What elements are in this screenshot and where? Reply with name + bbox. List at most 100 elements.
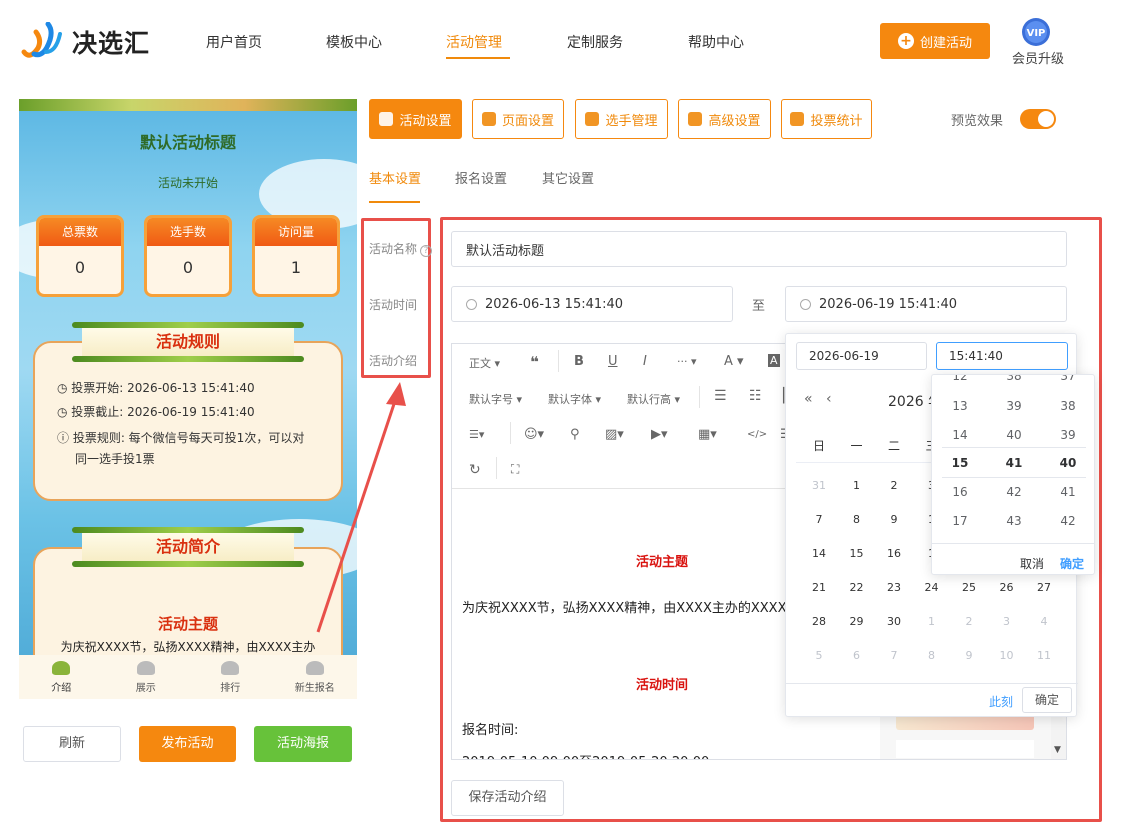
- calendar-day[interactable]: 2: [957, 615, 981, 628]
- code-icon[interactable]: </>: [747, 429, 767, 440]
- italic-icon[interactable]: I: [643, 354, 647, 369]
- nav-template-center[interactable]: 模板中心: [326, 32, 382, 52]
- image-icon[interactable]: ▨▾: [605, 427, 624, 442]
- tab-page-settings[interactable]: 页面设置: [472, 99, 564, 139]
- prev-month-icon[interactable]: ‹: [826, 391, 832, 407]
- poster-button[interactable]: 活动海报: [254, 726, 352, 762]
- underline-icon[interactable]: U: [608, 354, 618, 369]
- more-style-icon[interactable]: ··· ▾: [677, 355, 697, 368]
- time-minute-option[interactable]: 43: [994, 514, 1034, 528]
- table-icon[interactable]: ▦▾: [698, 427, 717, 442]
- calendar-day[interactable]: 7: [882, 649, 906, 662]
- line-height-select[interactable]: 默认行高 ▾: [627, 391, 680, 407]
- end-time-input[interactable]: 2026-06-19 15:41:40: [785, 286, 1067, 322]
- time-second-option[interactable]: 39: [1048, 428, 1088, 442]
- subtab-basic[interactable]: 基本设置: [369, 168, 421, 187]
- picker-now-button[interactable]: 此刻: [989, 693, 1013, 710]
- calendar-day[interactable]: 28: [807, 615, 831, 628]
- calendar-day[interactable]: 9: [882, 513, 906, 526]
- calendar-day[interactable]: 6: [845, 649, 869, 662]
- font-size-select[interactable]: 默认字号 ▾: [469, 391, 522, 407]
- subtab-other[interactable]: 其它设置: [542, 168, 594, 187]
- preview-toggle-switch[interactable]: [1020, 109, 1056, 129]
- paragraph-select[interactable]: 正文 ▾: [469, 355, 500, 371]
- calendar-day[interactable]: 3: [995, 615, 1019, 628]
- calendar-day[interactable]: 24: [920, 581, 944, 594]
- time-minute-option[interactable]: 39: [994, 399, 1034, 413]
- refresh-button[interactable]: 刷新: [23, 726, 121, 762]
- create-activity-button[interactable]: + 创建活动: [880, 23, 990, 59]
- picker-date-input[interactable]: 2026-06-19: [796, 342, 927, 370]
- tab-ranking[interactable]: 排行: [188, 655, 273, 699]
- time-second-option[interactable]: 37: [1048, 375, 1088, 383]
- time-second-option[interactable]: 42: [1048, 514, 1088, 528]
- help-icon[interactable]: ?: [420, 245, 433, 257]
- calendar-day[interactable]: 25: [957, 581, 981, 594]
- nav-custom-service[interactable]: 定制服务: [567, 32, 623, 52]
- time-hour-option[interactable]: 15: [940, 456, 980, 470]
- tab-signup[interactable]: 新生报名: [273, 655, 358, 699]
- tab-intro[interactable]: 介绍: [19, 655, 104, 699]
- time-minute-option[interactable]: 42: [994, 485, 1034, 499]
- tab-showcase[interactable]: 展示: [104, 655, 189, 699]
- tab-vote-statistics[interactable]: 投票统计: [781, 99, 872, 139]
- time-second-option[interactable]: 38: [1048, 399, 1088, 413]
- calendar-day[interactable]: 15: [845, 547, 869, 560]
- time-second-option[interactable]: 40: [1048, 456, 1088, 470]
- activity-name-input[interactable]: 默认活动标题: [451, 231, 1067, 267]
- calendar-day[interactable]: 30: [882, 615, 906, 628]
- calendar-day[interactable]: 27: [1032, 581, 1056, 594]
- calendar-day[interactable]: 26: [995, 581, 1019, 594]
- picker-time-input[interactable]: 15:41:40: [936, 342, 1068, 370]
- calendar-day[interactable]: 7: [807, 513, 831, 526]
- calendar-day[interactable]: 31: [807, 479, 831, 492]
- publish-button[interactable]: 发布活动: [139, 726, 236, 762]
- bold-icon[interactable]: B: [574, 354, 584, 369]
- vip-badge-icon[interactable]: VIP: [1021, 17, 1051, 47]
- time-minute-option[interactable]: 41: [994, 456, 1034, 470]
- tab-activity-settings[interactable]: 活动设置: [369, 99, 462, 139]
- time-second-option[interactable]: 41: [1048, 485, 1088, 499]
- calendar-day[interactable]: 4: [1032, 615, 1056, 628]
- quote-icon[interactable]: ❝: [530, 353, 539, 371]
- time-minute-option[interactable]: 40: [994, 428, 1034, 442]
- calendar-day[interactable]: 5: [807, 649, 831, 662]
- start-time-input[interactable]: 2026-06-13 15:41:40: [451, 286, 733, 322]
- tab-advanced-settings[interactable]: 高级设置: [678, 99, 771, 139]
- numbered-list-icon[interactable]: ☷: [749, 388, 762, 404]
- picker-ok-button[interactable]: 确定: [1022, 687, 1072, 713]
- subtab-signup[interactable]: 报名设置: [455, 168, 507, 187]
- calendar-day[interactable]: 11: [1032, 649, 1056, 662]
- calendar-day[interactable]: 10: [995, 649, 1019, 662]
- link-icon[interactable]: ⚲: [570, 427, 580, 442]
- calendar-day[interactable]: 2: [882, 479, 906, 492]
- time-hour-option[interactable]: 17: [940, 514, 980, 528]
- vip-upgrade-link[interactable]: 会员升级: [1012, 48, 1064, 67]
- nav-help-center[interactable]: 帮助中心: [688, 32, 744, 52]
- bg-color-icon[interactable]: A: [768, 354, 780, 367]
- tab-contestant-management[interactable]: 选手管理: [575, 99, 668, 139]
- time-confirm-button[interactable]: 确定: [1060, 555, 1084, 572]
- calendar-day[interactable]: 16: [882, 547, 906, 560]
- calendar-day[interactable]: 29: [845, 615, 869, 628]
- prev-year-icon[interactable]: «: [804, 391, 813, 407]
- calendar-day[interactable]: 23: [882, 581, 906, 594]
- calendar-day[interactable]: 1: [920, 615, 944, 628]
- nav-activity-management[interactable]: 活动管理: [446, 32, 502, 52]
- bullet-list-icon[interactable]: ☰: [714, 388, 727, 404]
- time-hour-option[interactable]: 14: [940, 428, 980, 442]
- video-icon[interactable]: ▶▾: [651, 427, 668, 442]
- scroll-down-icon[interactable]: ▼: [1054, 745, 1061, 755]
- emoji-icon[interactable]: ☺▾: [524, 427, 544, 442]
- time-hour-option[interactable]: 12: [940, 375, 980, 383]
- calendar-day[interactable]: 21: [807, 581, 831, 594]
- indent-icon[interactable]: ☰▾: [469, 428, 484, 441]
- time-hour-option[interactable]: 16: [940, 485, 980, 499]
- fullscreen-icon[interactable]: ⛶: [511, 462, 519, 477]
- calendar-day[interactable]: 1: [845, 479, 869, 492]
- time-cancel-button[interactable]: 取消: [1020, 555, 1044, 572]
- save-intro-button[interactable]: 保存活动介绍: [451, 780, 564, 816]
- calendar-day[interactable]: 8: [920, 649, 944, 662]
- redo-icon[interactable]: ↻: [469, 462, 481, 478]
- calendar-day[interactable]: 9: [957, 649, 981, 662]
